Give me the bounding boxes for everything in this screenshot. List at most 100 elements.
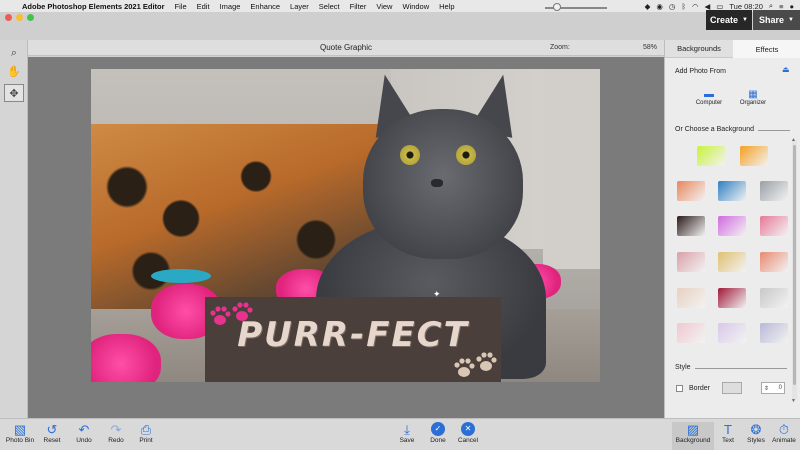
bluetooth-icon[interactable]: ᛒ: [681, 2, 686, 11]
background-door: [543, 69, 600, 269]
menu-file[interactable]: File: [170, 2, 192, 11]
dropbox-icon[interactable]: ◆: [645, 2, 651, 11]
photo-bin-icon: ▧: [13, 422, 27, 437]
animate-stopwatch-icon: ⏱: [778, 422, 790, 437]
menu-help[interactable]: Help: [434, 2, 459, 11]
text-tool-icon: T: [724, 422, 732, 437]
folder-icon: ▬: [704, 89, 714, 100]
menu-window[interactable]: Window: [397, 2, 434, 11]
cancel-button[interactable]: ✕ Cancel: [450, 422, 486, 450]
background-label: Background: [675, 437, 711, 444]
menu-select[interactable]: Select: [314, 2, 345, 11]
background-thumbnail[interactable]: [677, 181, 705, 201]
save-label: Save: [399, 437, 415, 444]
border-size-stepper[interactable]: ⇕ 0: [761, 382, 785, 394]
background-thumbnail[interactable]: [760, 252, 788, 272]
share-button[interactable]: Share ▼: [753, 10, 800, 30]
share-label: Share: [759, 15, 785, 25]
print-button[interactable]: ⎙ Print: [128, 422, 164, 450]
record-icon[interactable]: ◉: [656, 2, 663, 11]
done-label: Done: [430, 437, 446, 444]
document-header: Quote Graphic Zoom: 58% ?: [28, 40, 688, 56]
menu-edit[interactable]: Edit: [192, 2, 215, 11]
background-panel-button[interactable]: ▨ Background: [672, 422, 714, 450]
minimize-window-icon[interactable]: [16, 14, 23, 21]
reset-button[interactable]: ↺ Reset: [34, 422, 70, 450]
cat-head: [363, 109, 523, 259]
window-controls: [5, 14, 34, 21]
tab-effects[interactable]: Effects: [733, 40, 800, 58]
wifi-icon[interactable]: ◠: [692, 2, 699, 11]
print-label: Print: [139, 437, 153, 444]
scroll-up-icon[interactable]: ▲: [791, 137, 796, 143]
create-button[interactable]: Create ▼: [706, 10, 752, 30]
menu-layer[interactable]: Layer: [285, 2, 314, 11]
background-thumbnail[interactable]: [697, 146, 725, 166]
mac-menu-bar: Adobe Photoshop Elements 2021 Editor Fil…: [0, 0, 800, 12]
maximize-window-icon[interactable]: [27, 14, 34, 21]
reset-label: Reset: [43, 437, 61, 444]
app-menu[interactable]: Adobe Photoshop Elements 2021 Editor: [18, 2, 170, 11]
background-thumbnail[interactable]: [677, 252, 705, 272]
checkmark-icon: ✓: [431, 422, 445, 436]
background-image-icon: ▨: [686, 422, 700, 437]
animate-label: Animate: [772, 437, 796, 444]
right-panel: Backgrounds Effects Add Photo From ⏏ ▬ C…: [664, 40, 800, 418]
background-thumbnail[interactable]: [677, 288, 705, 308]
background-thumbnail[interactable]: [760, 216, 788, 236]
save-download-icon: ⤓: [404, 422, 410, 437]
background-thumbnail[interactable]: [677, 216, 705, 236]
organizer-button[interactable]: ▦ Organizer: [733, 89, 773, 113]
chevron-down-icon: ▼: [788, 17, 794, 23]
background-thumbnail[interactable]: [740, 146, 768, 166]
cat-eye: [456, 145, 476, 165]
quote-text-box[interactable]: PURR-FECT: [205, 297, 501, 382]
zoom-tool-icon[interactable]: ⌕: [4, 44, 24, 62]
section-divider: [695, 368, 787, 369]
background-thumbnail[interactable]: [677, 323, 705, 343]
border-color-swatch[interactable]: [722, 382, 742, 394]
menu-filter[interactable]: Filter: [345, 2, 372, 11]
background-thumbnail[interactable]: [718, 252, 746, 272]
animate-panel-button[interactable]: ⏱ Animate: [766, 422, 800, 450]
pink-tissue-flower: [91, 334, 161, 382]
background-thumbnail[interactable]: [718, 288, 746, 308]
close-window-icon[interactable]: [5, 14, 12, 21]
panel-scrollbar-thumb[interactable]: [793, 145, 796, 385]
clock-icon[interactable]: ◷: [669, 2, 676, 11]
print-icon: ⎙: [140, 422, 152, 437]
hand-tool-icon[interactable]: ✋: [4, 62, 24, 80]
cat-nose: [431, 179, 443, 187]
section-divider: [758, 130, 790, 131]
tab-backgrounds[interactable]: Backgrounds: [665, 40, 733, 58]
menu-enhance[interactable]: Enhance: [245, 2, 285, 11]
quote-graphic-photo[interactable]: ✦ PURR-FECT: [91, 69, 600, 382]
border-checkbox[interactable]: [676, 385, 683, 392]
menu-view[interactable]: View: [371, 2, 397, 11]
quote-text[interactable]: PURR-FECT: [205, 315, 501, 355]
move-tool-icon[interactable]: ✥: [4, 84, 24, 102]
background-thumbnail[interactable]: [760, 181, 788, 201]
cancel-x-icon: ✕: [461, 422, 475, 436]
styles-label: Styles: [747, 437, 765, 444]
computer-button[interactable]: ▬ Computer: [689, 89, 729, 113]
menu-image[interactable]: Image: [215, 2, 246, 11]
background-thumbnail[interactable]: [760, 288, 788, 308]
background-thumbnail[interactable]: [718, 323, 746, 343]
background-thumbnail[interactable]: [718, 181, 746, 201]
reset-icon: ↺: [46, 422, 58, 437]
background-thumbnail[interactable]: [718, 216, 746, 236]
undo-button[interactable]: ↶ Undo: [66, 422, 102, 450]
organizer-grid-icon: ▦: [748, 89, 758, 100]
zoom-label: Zoom:: [550, 44, 570, 51]
redo-label: Redo: [108, 437, 124, 444]
teal-tissue: [151, 269, 211, 283]
tools-panel: ⌕ ✋ ✥: [0, 40, 28, 418]
photo-bin-button[interactable]: ▧ Photo Bin: [2, 422, 38, 450]
window-title-row: [0, 12, 800, 40]
text-label: Text: [722, 437, 734, 444]
collapse-panel-icon[interactable]: ⏏: [782, 65, 790, 74]
background-thumbnail[interactable]: [760, 323, 788, 343]
border-label: Border: [689, 385, 711, 392]
scroll-down-icon[interactable]: ▼: [791, 398, 796, 404]
